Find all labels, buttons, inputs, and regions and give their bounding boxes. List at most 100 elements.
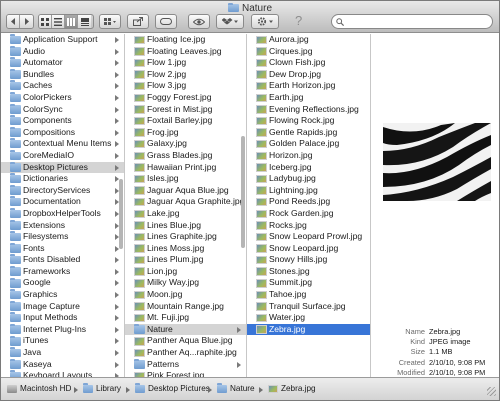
list-item[interactable]: ColorPickers <box>1 92 124 104</box>
back-button[interactable] <box>7 15 20 28</box>
list-item[interactable]: Floating Leaves.jpg <box>125 46 246 58</box>
list-item[interactable]: Filesystems <box>1 231 124 243</box>
list-item[interactable]: Panther Aqua Blue.jpg <box>125 335 246 347</box>
list-item[interactable]: Lightning.jpg <box>247 185 370 197</box>
list-item[interactable]: Image Capture <box>1 301 124 313</box>
list-item[interactable]: iTunes <box>1 335 124 347</box>
list-item[interactable]: Tahoe.jpg <box>247 289 370 301</box>
scrollbar-thumb[interactable] <box>119 179 123 249</box>
list-item[interactable]: Lines Blue.jpg <box>125 220 246 232</box>
dropbox-menu-button[interactable] <box>216 14 244 29</box>
path-crumb-zebra[interactable]: Zebra.jpg <box>268 384 316 393</box>
list-item[interactable]: Aurora.jpg <box>247 34 370 46</box>
list-item[interactable]: Automator <box>1 57 124 69</box>
list-item[interactable]: Snow Leopard Prowl.jpg <box>247 231 370 243</box>
list-item[interactable]: Google <box>1 277 124 289</box>
list-item[interactable]: Bundles <box>1 69 124 81</box>
action-menu-button[interactable] <box>251 14 279 29</box>
list-item[interactable]: Foxtail Barley.jpg <box>125 115 246 127</box>
list-item[interactable]: Gentle Rapids.jpg <box>247 127 370 139</box>
list-item[interactable]: Milky Way.jpg <box>125 277 246 289</box>
list-item[interactable]: Components <box>1 115 124 127</box>
column-desktop-pictures[interactable]: Floating Ice.jpg Floating Leaves.jpg Flow … <box>125 34 247 377</box>
list-item[interactable]: Java <box>1 347 124 359</box>
list-item[interactable]: Rocks.jpg <box>247 220 370 232</box>
arrange-button[interactable] <box>99 14 121 29</box>
list-item[interactable]: Mt. Fuji.jpg <box>125 312 246 324</box>
path-crumb-macintosh-hd[interactable]: Macintosh HD <box>7 384 71 393</box>
column-view-button[interactable] <box>65 15 78 28</box>
list-item[interactable]: Rock Garden.jpg <box>247 208 370 220</box>
list-item[interactable]: Tranquil Surface.jpg <box>247 301 370 313</box>
list-item[interactable]: Frameworks <box>1 266 124 278</box>
list-item[interactable]: Kaseya <box>1 359 124 371</box>
path-crumb-desktop-pictures[interactable]: Desktop Pictures <box>135 383 210 393</box>
list-item[interactable]: Nature <box>125 323 246 336</box>
list-item[interactable]: Forest in Mist.jpg <box>125 104 246 116</box>
list-item[interactable]: Flow 2.jpg <box>125 69 246 81</box>
list-item[interactable]: Contextual Menu Items <box>1 138 124 150</box>
list-item[interactable]: Zebra.jpg <box>247 323 370 336</box>
list-item[interactable]: Ladybug.jpg <box>247 173 370 185</box>
list-item[interactable]: CoreMediaIO <box>1 150 124 162</box>
search-input[interactable] <box>346 16 490 27</box>
list-item[interactable]: Flowing Rock.jpg <box>247 115 370 127</box>
list-item[interactable]: Earth.jpg <box>247 92 370 104</box>
list-item[interactable]: Earth Horizon.jpg <box>247 80 370 92</box>
icon-view-button[interactable] <box>39 15 52 28</box>
column-nature[interactable]: Aurora.jpg Cirques.jpg Clown Fish.jpg Dew D… <box>247 34 371 377</box>
list-item[interactable]: Horizon.jpg <box>247 150 370 162</box>
list-item[interactable]: Flow 3.jpg <box>125 80 246 92</box>
list-item[interactable]: Caches <box>1 80 124 92</box>
list-item[interactable]: Patterns <box>125 359 246 371</box>
list-item[interactable]: Galaxy.jpg <box>125 138 246 150</box>
list-item[interactable]: ColorSync <box>1 104 124 116</box>
list-item[interactable]: Internet Plug-Ins <box>1 324 124 336</box>
list-item[interactable]: Jaguar Aqua Graphite.jpg <box>125 196 246 208</box>
list-item[interactable]: Moon.jpg <box>125 289 246 301</box>
column-desktop-pictures-scrollbar[interactable] <box>240 34 246 377</box>
coverflow-view-button[interactable] <box>78 15 91 28</box>
list-item[interactable]: Isles.jpg <box>125 173 246 185</box>
share-button[interactable] <box>127 14 149 29</box>
list-item[interactable]: Snowy Hills.jpg <box>247 254 370 266</box>
tag-button[interactable] <box>155 14 177 29</box>
list-item[interactable]: Dictionaries <box>1 173 124 185</box>
list-item[interactable]: Fonts <box>1 243 124 255</box>
quicklook-button[interactable] <box>188 14 210 29</box>
list-item[interactable]: Flow 1.jpg <box>125 57 246 69</box>
list-item[interactable]: Cirques.jpg <box>247 46 370 58</box>
list-item[interactable]: Keyboard Layouts <box>1 370 124 377</box>
list-item[interactable]: Mountain Range.jpg <box>125 301 246 313</box>
list-item[interactable]: Fonts Disabled <box>1 254 124 266</box>
help-icon[interactable]: ? <box>295 13 302 28</box>
list-item[interactable]: Input Methods <box>1 312 124 324</box>
forward-button[interactable] <box>20 15 33 28</box>
list-item[interactable]: Grass Blades.jpg <box>125 150 246 162</box>
list-item[interactable]: Lines Graphite.jpg <box>125 231 246 243</box>
list-item[interactable]: Summit.jpg <box>247 277 370 289</box>
list-item[interactable]: Iceberg.jpg <box>247 162 370 174</box>
path-crumb-library[interactable]: Library <box>83 383 121 393</box>
list-item[interactable]: Lion.jpg <box>125 266 246 278</box>
list-item[interactable]: Dew Drop.jpg <box>247 69 370 81</box>
list-item[interactable]: Foggy Forest.jpg <box>125 92 246 104</box>
list-item[interactable]: Hawaiian Print.jpg <box>125 162 246 174</box>
list-view-button[interactable] <box>52 15 65 28</box>
list-item[interactable]: Panther Aq...raphite.jpg <box>125 347 246 359</box>
list-item[interactable]: Pond Reeds.jpg <box>247 196 370 208</box>
list-item[interactable]: Extensions <box>1 220 124 232</box>
list-item[interactable]: Audio <box>1 46 124 58</box>
list-item[interactable]: Desktop Pictures <box>1 161 124 174</box>
list-item[interactable]: Lake.jpg <box>125 208 246 220</box>
list-item[interactable]: Evening Reflections.jpg <box>247 104 370 116</box>
list-item[interactable]: Stones.jpg <box>247 266 370 278</box>
list-item[interactable]: Graphics <box>1 289 124 301</box>
path-crumb-nature[interactable]: Nature <box>217 383 255 393</box>
list-item[interactable]: Clown Fish.jpg <box>247 57 370 69</box>
list-item[interactable]: DropboxHelperTools <box>1 208 124 220</box>
list-item[interactable]: Jaguar Aqua Blue.jpg <box>125 185 246 197</box>
list-item[interactable]: Application Support <box>1 34 124 46</box>
list-item[interactable]: Frog.jpg <box>125 127 246 139</box>
list-item[interactable]: Water.jpg <box>247 312 370 324</box>
